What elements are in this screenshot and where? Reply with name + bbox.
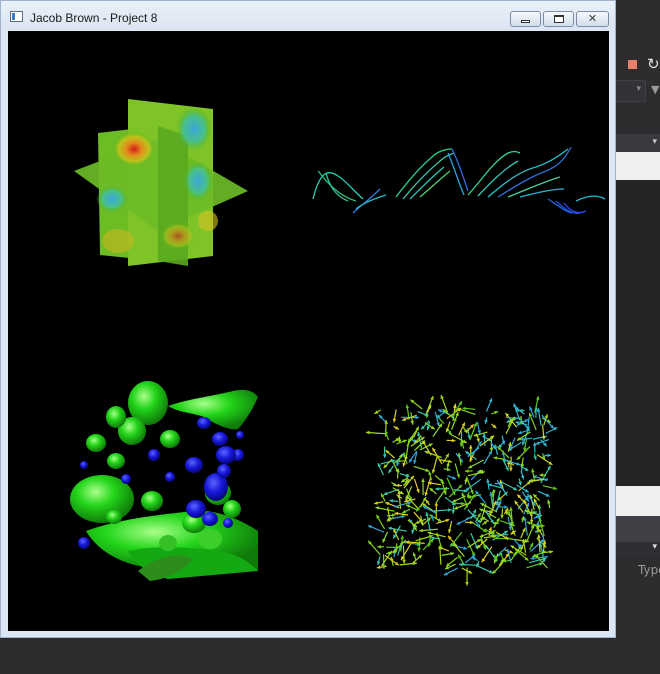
close-button[interactable]: ✕ — [576, 11, 609, 27]
background-panel-body — [612, 180, 660, 486]
visualization-window: Jacob Brown - Project 8 ✕ — [0, 0, 616, 638]
background-dropdown[interactable]: ▾ — [612, 80, 646, 102]
close-icon: ✕ — [587, 12, 598, 25]
minimize-icon — [521, 20, 530, 23]
refresh-icon[interactable]: ↻ — [647, 55, 660, 73]
background-lower-strip — [612, 486, 660, 516]
slice-planes-render — [74, 99, 248, 266]
chevron-down-icon: ▾ — [652, 137, 657, 147]
maximize-icon — [553, 15, 564, 23]
background-lower-row[interactable]: ▾ — [612, 542, 660, 556]
background-lower-header — [612, 516, 660, 542]
title-bar[interactable]: Jacob Brown - Project 8 ✕ — [1, 1, 615, 30]
type-column-label: Type — [638, 563, 660, 577]
maximize-button[interactable] — [543, 11, 574, 27]
app-window-icon — [10, 11, 23, 22]
filter-icon[interactable]: ▼ — [651, 83, 659, 96]
background-panel-strip — [612, 152, 660, 180]
stop-icon[interactable] — [628, 60, 637, 69]
minimize-button[interactable] — [510, 11, 541, 27]
window-title: Jacob Brown - Project 8 — [30, 11, 158, 25]
background-panel-header[interactable]: ▾ — [612, 134, 660, 152]
vector-glyphs-render — [365, 394, 558, 586]
chevron-down-icon: ▾ — [636, 84, 641, 94]
render-viewport[interactable] — [8, 31, 609, 631]
chevron-down-icon: ▾ — [652, 542, 657, 552]
streamlines-render — [312, 146, 606, 215]
isosurfaces-render — [70, 381, 258, 581]
